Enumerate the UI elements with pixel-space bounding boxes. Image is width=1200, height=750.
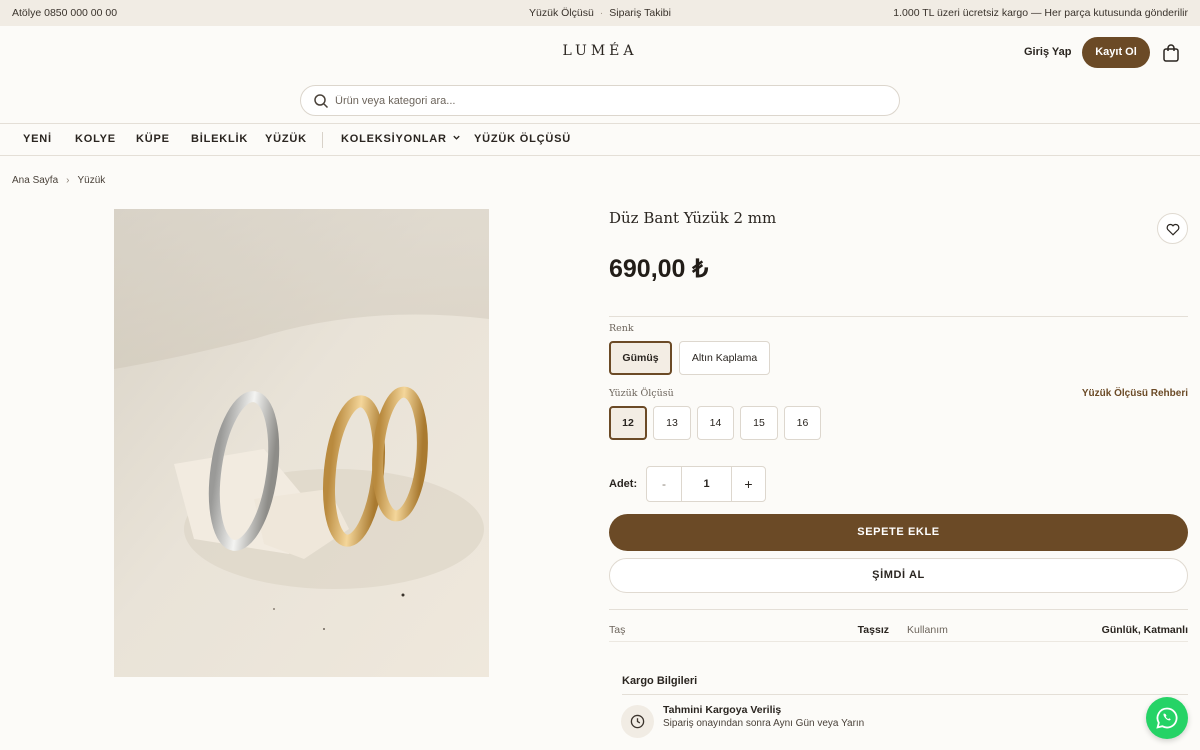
shipping-estimate-heading: Tahmini Kargoya Veriliş (663, 704, 782, 716)
nav-item-ring[interactable]: YÜZÜK (265, 133, 307, 145)
nav-item-collections[interactable]: KOLEKSİYONLAR (341, 133, 461, 145)
shipping-info-title: Kargo Bilgileri (622, 675, 698, 687)
nav-item-collections-label: KOLEKSİYONLAR (341, 133, 447, 145)
quantity-label: Adet: (609, 478, 638, 490)
divider (622, 694, 1188, 695)
search-icon[interactable] (313, 93, 329, 109)
nav-item-necklace[interactable]: KOLYE (75, 133, 116, 145)
clock-icon (621, 705, 654, 738)
divider (609, 641, 1188, 642)
separator-dot: · (599, 7, 604, 19)
ring-size-link[interactable]: Yüzük Ölçüsü (529, 7, 594, 19)
nav-item-new[interactable]: YENİ (23, 133, 52, 145)
size-guide-link[interactable]: Yüzük Ölçüsü Rehberi (1082, 388, 1188, 399)
whatsapp-icon (1156, 707, 1178, 729)
spec-label-stone: Taş (609, 624, 626, 636)
whatsapp-chat-button[interactable] (1146, 697, 1188, 739)
divider (609, 316, 1188, 317)
spec-label-usage: Kullanım (907, 624, 948, 636)
size-option-14[interactable]: 14 (697, 406, 734, 440)
spec-value-stone: Taşsız (857, 624, 889, 636)
shipping-promo: 1.000 TL üzeri ücretsiz kargo — Her parç… (893, 7, 1188, 19)
quantity-decrease-button[interactable]: - (647, 467, 682, 501)
spec-value-usage: Günlük, Katmanlı (1101, 624, 1188, 636)
size-option-13[interactable]: 13 (653, 406, 691, 440)
breadcrumb-home[interactable]: Ana Sayfa (12, 175, 58, 186)
divider (609, 609, 1188, 610)
favorite-button[interactable] (1157, 213, 1188, 244)
size-option-12[interactable]: 12 (609, 406, 647, 440)
nav-item-earring[interactable]: KÜPE (136, 133, 170, 145)
chevron-down-icon (452, 133, 461, 145)
quantity-increase-button[interactable]: + (731, 467, 765, 501)
top-announcement-bar: Atölye 0850 000 00 00 Yüzük Ölçüsü · Sipar… (0, 0, 1200, 26)
search-bar (300, 85, 900, 116)
login-link[interactable]: Giriş Yap (1024, 46, 1072, 58)
add-to-cart-button[interactable]: SEPETE EKLE (609, 514, 1188, 551)
color-option-silver[interactable]: Gümüş (609, 341, 672, 375)
shopping-bag-icon[interactable] (1161, 43, 1181, 63)
color-option-gold-plated[interactable]: Altın Kaplama (679, 341, 770, 375)
quantity-stepper: - 1 + (646, 466, 766, 502)
breadcrumb-ring[interactable]: Yüzük (78, 175, 106, 186)
color-label: Renk (609, 323, 634, 334)
brand-logo[interactable]: LUMÉA (0, 43, 1200, 59)
nav-item-ring-size[interactable]: YÜZÜK ÖLÇÜSÜ (474, 133, 571, 145)
shipping-estimate-text: Sipariş onayından sonra Aynı Gün veya Ya… (663, 718, 865, 729)
main-navigation: YENİ KOLYE KÜPE BİLEKLİK YÜZÜK KOLEKSİYO… (0, 123, 1200, 156)
order-tracking-link[interactable]: Sipariş Takibi (609, 7, 671, 19)
search-input[interactable] (335, 92, 875, 110)
product-title: Düz Bant Yüzük 2 mm (609, 209, 777, 227)
quantity-value[interactable]: 1 (682, 467, 731, 501)
signup-button[interactable]: Kayıt Ol (1082, 37, 1150, 68)
size-label: Yüzük Ölçüsü (609, 388, 674, 399)
buy-now-button[interactable]: ŞİMDİ AL (609, 558, 1188, 593)
chevron-right-icon: › (66, 175, 70, 186)
breadcrumb: Ana Sayfa › Yüzük (12, 175, 105, 186)
size-option-15[interactable]: 15 (740, 406, 778, 440)
nav-divider (322, 132, 323, 148)
size-option-16[interactable]: 16 (784, 406, 821, 440)
nav-item-bracelet[interactable]: BİLEKLİK (191, 133, 248, 145)
heart-icon (1166, 223, 1180, 236)
product-price: 690,00 ₺ (609, 255, 709, 283)
product-photo[interactable] (114, 209, 489, 677)
